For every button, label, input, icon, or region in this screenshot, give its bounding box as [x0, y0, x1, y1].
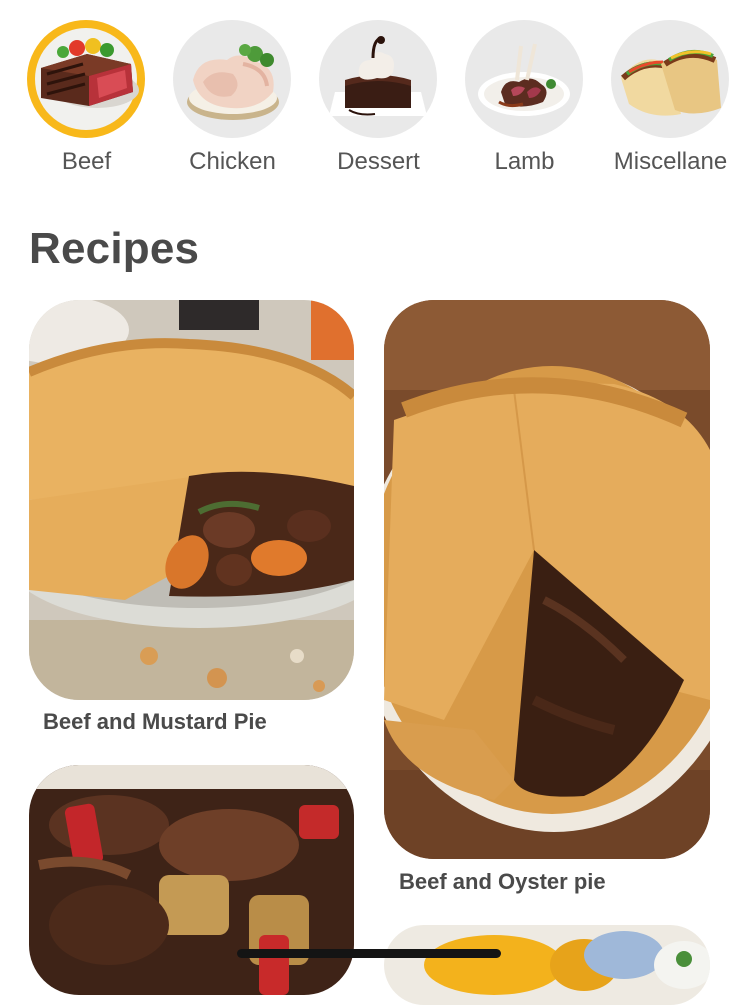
category-label: Miscellane [613, 148, 728, 175]
beef-mustard-pie-photo [29, 300, 354, 700]
home-indicator[interactable] [237, 949, 501, 958]
recipe-name: Beef and Oyster pie [399, 869, 606, 894]
mango-dish-photo [384, 925, 710, 1005]
beef-steak-icon [27, 20, 145, 138]
tacos-icon [611, 20, 729, 138]
beef-oyster-pie-photo [384, 300, 710, 859]
lamb-chops-icon [465, 20, 583, 138]
chocolate-cake-icon [319, 20, 437, 138]
beef-stew-photo [29, 765, 354, 995]
category-strip: Beef Chicken Dessert Lamb Miscellane [0, 0, 739, 190]
recipe-name: Beef and Mustard Pie [43, 709, 267, 734]
section-title: Recipes [29, 224, 200, 273]
raw-chicken-icon [173, 20, 291, 138]
